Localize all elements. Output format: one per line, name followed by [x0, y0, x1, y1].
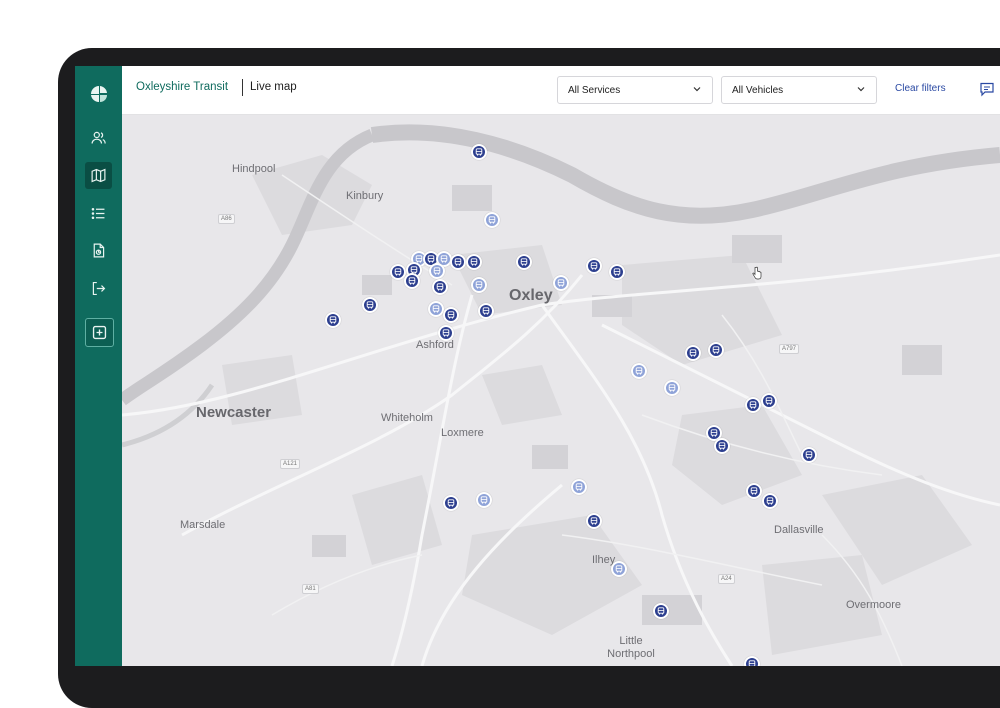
hand-cursor-icon — [752, 266, 762, 280]
bus-marker-icon[interactable] — [586, 513, 602, 529]
logo-icon[interactable] — [85, 80, 112, 107]
bus-marker-icon[interactable] — [762, 493, 778, 509]
bus-marker-icon[interactable] — [571, 479, 587, 495]
map-icon[interactable] — [85, 162, 112, 189]
place-label: Whiteholm — [381, 412, 433, 424]
bus-marker-icon[interactable] — [744, 656, 760, 666]
bus-marker-icon[interactable] — [429, 263, 445, 279]
clear-filters-link[interactable]: Clear filters — [895, 83, 946, 94]
brand-name: Oxleyshire Transit — [136, 81, 229, 93]
bus-marker-icon[interactable] — [438, 325, 454, 341]
top-bar: Oxleyshire Transit Live map All Services… — [122, 66, 1000, 115]
bus-marker-icon[interactable] — [611, 561, 627, 577]
place-label: Newcaster — [196, 404, 272, 421]
bus-marker-icon[interactable] — [428, 301, 444, 317]
bus-marker-icon[interactable] — [631, 363, 647, 379]
add-icon[interactable] — [85, 318, 114, 347]
place-label: Kinbury — [346, 190, 384, 202]
bus-marker-icon[interactable] — [466, 254, 482, 270]
bus-marker-icon[interactable] — [761, 393, 777, 409]
users-icon[interactable] — [85, 124, 112, 151]
services-select-value: All Services — [568, 84, 621, 96]
sidebar — [75, 66, 122, 666]
bus-marker-icon[interactable] — [653, 603, 669, 619]
logout-icon[interactable] — [85, 275, 112, 302]
place-label: Loxmere — [441, 427, 484, 439]
place-label: Marsdale — [180, 519, 226, 531]
bus-marker-icon[interactable] — [325, 312, 341, 328]
bus-marker-icon[interactable] — [746, 483, 762, 499]
bus-marker-icon[interactable] — [714, 438, 730, 454]
list-icon[interactable] — [85, 200, 112, 227]
app-screen: Oxleyshire Transit Live map All Services… — [75, 66, 1000, 666]
bus-marker-icon[interactable] — [708, 342, 724, 358]
chat-icon[interactable] — [979, 81, 995, 97]
bus-marker-icon[interactable] — [685, 345, 701, 361]
place-label: Hindpool — [232, 163, 276, 175]
title-divider — [242, 79, 243, 96]
place-label: Dallasville — [774, 524, 824, 536]
bus-marker-icon[interactable] — [432, 279, 448, 295]
place-label: Little Northpool — [607, 635, 655, 660]
bus-marker-icon[interactable] — [516, 254, 532, 270]
bus-marker-icon[interactable] — [553, 275, 569, 291]
place-label: Ashford — [416, 339, 454, 351]
road-label: A24 — [718, 574, 735, 584]
bus-marker-icon[interactable] — [745, 397, 761, 413]
chevron-down-icon — [693, 87, 701, 92]
road-label: A86 — [218, 214, 235, 224]
bus-marker-icon[interactable] — [443, 307, 459, 323]
bus-marker-icon[interactable] — [404, 273, 420, 289]
live-map[interactable]: Hindpool Kinbury Oxley Ashford Newcaster… — [122, 115, 1000, 666]
chevron-down-icon — [857, 87, 865, 92]
road-label: A121 — [280, 459, 301, 469]
place-label: Overmoore — [846, 599, 902, 611]
map-base — [122, 124, 1000, 666]
page-title: Live map — [250, 81, 297, 93]
services-select[interactable]: All Services — [557, 76, 713, 104]
bus-marker-icon[interactable] — [801, 447, 817, 463]
vehicles-select[interactable]: All Vehicles — [721, 76, 877, 104]
bus-marker-icon[interactable] — [443, 495, 459, 511]
bus-marker-icon[interactable] — [362, 297, 378, 313]
road-label: A81 — [302, 584, 319, 594]
bus-marker-icon[interactable] — [471, 144, 487, 160]
vehicles-select-value: All Vehicles — [732, 84, 784, 96]
bus-marker-icon[interactable] — [478, 303, 494, 319]
document-icon[interactable] — [85, 237, 112, 264]
road-label: A797 — [779, 344, 800, 354]
bus-marker-icon[interactable] — [484, 212, 500, 228]
place-label: Oxley — [509, 287, 553, 304]
bus-marker-icon[interactable] — [476, 492, 492, 508]
bus-marker-icon[interactable] — [471, 277, 487, 293]
bus-marker-icon[interactable] — [664, 380, 680, 396]
bus-marker-icon[interactable] — [586, 258, 602, 274]
main-area: Oxleyshire Transit Live map All Services… — [122, 66, 1000, 666]
bus-marker-icon[interactable] — [450, 254, 466, 270]
bus-marker-icon[interactable] — [609, 264, 625, 280]
